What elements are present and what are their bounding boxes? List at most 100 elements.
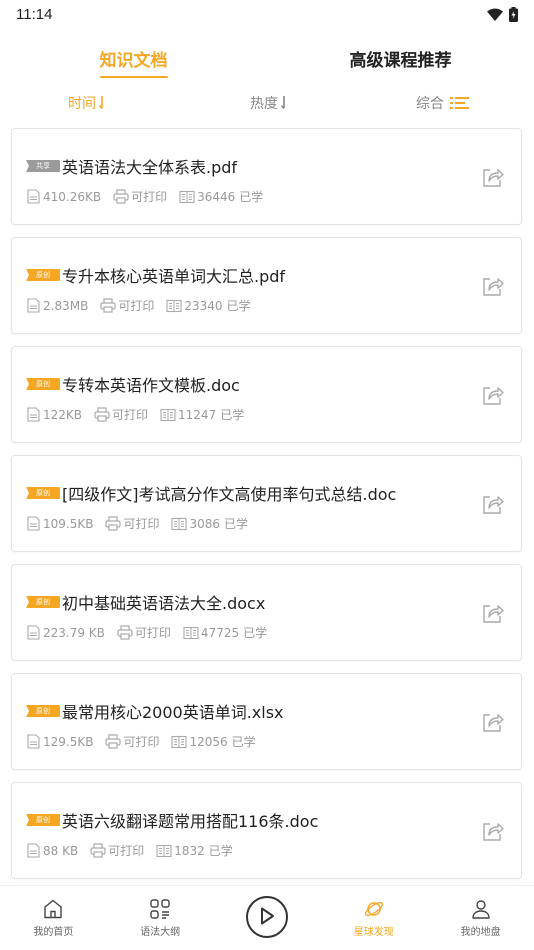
printable: 可打印 <box>105 515 159 532</box>
learned-label: 已学 <box>231 735 256 749</box>
sort-bar: 时间 热度 综合 <box>0 86 534 120</box>
wifi-icon <box>487 8 503 21</box>
nav-my-space[interactable]: 我的地盘 <box>427 886 534 950</box>
sort-by-popularity[interactable]: 热度 <box>202 93 336 113</box>
printer-icon <box>94 407 110 422</box>
printable-label: 可打印 <box>112 408 149 422</box>
document-card[interactable]: 原创 英语六级翻译题常用搭配116条.doc 88 KB 可打印 1832 已学 <box>11 782 522 879</box>
learner-count: 11247 已学 <box>160 406 244 423</box>
tab-label: 高级课程推荐 <box>349 50 452 71</box>
learner-count: 12056 已学 <box>171 733 256 750</box>
sort-label: 综合 <box>416 96 444 112</box>
document-card[interactable]: 原创 [四级作文]考试高分作文高使用率句式总结.doc 109.5KB 可打印 <box>11 455 522 552</box>
bottom-nav: 我的首页 语法大纲 星球发现 我的地盘 <box>0 885 534 950</box>
printer-icon <box>113 189 129 204</box>
document-tag: 原创 <box>26 596 60 608</box>
planet-icon <box>364 901 383 917</box>
file-size: 88 KB <box>26 843 78 858</box>
learner-count-value: 36446 <box>197 189 236 204</box>
share-icon[interactable] <box>481 710 505 734</box>
sort-by-comprehensive[interactable]: 综合 <box>336 93 534 113</box>
file-size-value: 223.79 KB <box>43 625 105 640</box>
learner-count-value: 3086 <box>189 516 221 531</box>
document-title-row: 原创 专升本核心英语单词大汇总.pdf <box>26 263 285 287</box>
learner-count: 23340 已学 <box>166 297 251 314</box>
file-icon <box>27 843 40 858</box>
file-icon <box>27 407 40 422</box>
document-card[interactable]: 原创 专升本核心英语单词大汇总.pdf 2.83MB 可打印 23340 已学 <box>11 237 522 334</box>
nav-grammar-outline[interactable]: 语法大纲 <box>107 886 214 950</box>
printable: 可打印 <box>90 842 144 859</box>
nav-planet-discover[interactable]: 星球发现 <box>320 886 427 950</box>
document-meta: 122KB 可打印 11247 已学 <box>26 406 256 423</box>
play-button[interactable] <box>245 896 288 938</box>
learner-count-value: 11247 <box>178 407 217 422</box>
learner-count-value: 1832 <box>174 843 205 858</box>
nav-play[interactable] <box>214 886 321 950</box>
document-title-row: 共享 英语语法大全体系表.pdf <box>26 154 237 178</box>
learner-count-value: 12056 <box>189 734 228 749</box>
arrow-down-icon <box>98 96 103 110</box>
document-title-row: 原创 初中基础英语语法大全.docx <box>26 590 265 614</box>
tab-advanced-courses[interactable]: 高级课程推荐 <box>267 36 534 80</box>
share-icon[interactable] <box>481 165 505 189</box>
printable-label: 可打印 <box>123 735 160 749</box>
file-size: 129.5KB <box>26 734 93 749</box>
learner-count: 3086 已学 <box>171 515 248 532</box>
document-title: 初中基础英语语法大全.docx <box>62 594 266 613</box>
document-title: 最常用核心2000英语单词.xlsx <box>62 703 284 722</box>
arrow-down-icon <box>280 96 285 110</box>
document-card[interactable]: 原创 初中基础英语语法大全.docx 223.79 KB 可打印 47725 已… <box>11 564 522 661</box>
share-icon[interactable] <box>481 274 505 298</box>
printable-label: 可打印 <box>123 517 160 531</box>
tab-knowledge-docs[interactable]: 知识文档 <box>0 36 267 80</box>
printable-label: 可打印 <box>118 299 155 313</box>
list-icon <box>450 97 469 109</box>
learner-count-value: 23340 <box>184 298 223 313</box>
printable: 可打印 <box>105 733 159 750</box>
book-icon <box>171 735 188 748</box>
share-icon[interactable] <box>481 492 505 516</box>
grid-icon <box>150 899 170 919</box>
file-size: 122KB <box>26 407 82 422</box>
document-card[interactable]: 共享 英语语法大全体系表.pdf 410.26KB 可打印 36446 已学 <box>11 128 522 225</box>
home-icon <box>44 899 63 919</box>
document-card[interactable]: 原创 专转本英语作文模板.doc 122KB 可打印 11247 已学 <box>11 346 522 443</box>
printable: 可打印 <box>100 297 154 314</box>
printable-label: 可打印 <box>131 190 168 204</box>
file-size-value: 109.5KB <box>43 516 94 531</box>
file-size-value: 122KB <box>43 407 83 422</box>
document-title: 专升本核心英语单词大汇总.pdf <box>62 267 286 286</box>
nav-home[interactable]: 我的首页 <box>0 886 107 950</box>
document-tag: 原创 <box>26 487 60 499</box>
learned-label: 已学 <box>239 190 264 204</box>
document-meta: 223.79 KB 可打印 47725 已学 <box>26 624 279 641</box>
share-icon[interactable] <box>481 819 505 843</box>
file-icon <box>27 625 40 640</box>
book-icon <box>179 190 195 203</box>
battery-icon <box>509 6 518 22</box>
document-tag: 原创 <box>26 269 60 281</box>
file-size-value: 129.5KB <box>43 734 94 749</box>
tab-active-indicator <box>99 76 168 78</box>
document-title: [四级作文]考试高分作文高使用率句式总结.doc <box>62 485 397 504</box>
file-icon <box>27 516 40 531</box>
printable: 可打印 <box>94 406 148 423</box>
document-title: 英语语法大全体系表.pdf <box>62 158 238 177</box>
printer-icon <box>90 843 106 858</box>
share-icon[interactable] <box>481 601 505 625</box>
learned-label: 已学 <box>208 844 233 858</box>
sort-by-time[interactable]: 时间 <box>0 93 202 113</box>
learned-label: 已学 <box>243 626 268 640</box>
share-icon[interactable] <box>481 383 505 407</box>
top-tabs: 知识文档 高级课程推荐 <box>0 36 534 80</box>
user-icon <box>471 900 490 919</box>
document-meta: 88 KB 可打印 1832 已学 <box>26 842 245 859</box>
file-size: 2.83MB <box>26 298 88 313</box>
book-icon <box>156 844 172 857</box>
learned-label: 已学 <box>226 299 251 313</box>
printable: 可打印 <box>113 188 167 205</box>
file-size-value: 2.83MB <box>43 298 89 313</box>
document-card[interactable]: 原创 最常用核心2000英语单词.xlsx 129.5KB 可打印 12056 … <box>11 673 522 770</box>
document-title-row: 原创 [四级作文]考试高分作文高使用率句式总结.doc <box>26 481 396 505</box>
